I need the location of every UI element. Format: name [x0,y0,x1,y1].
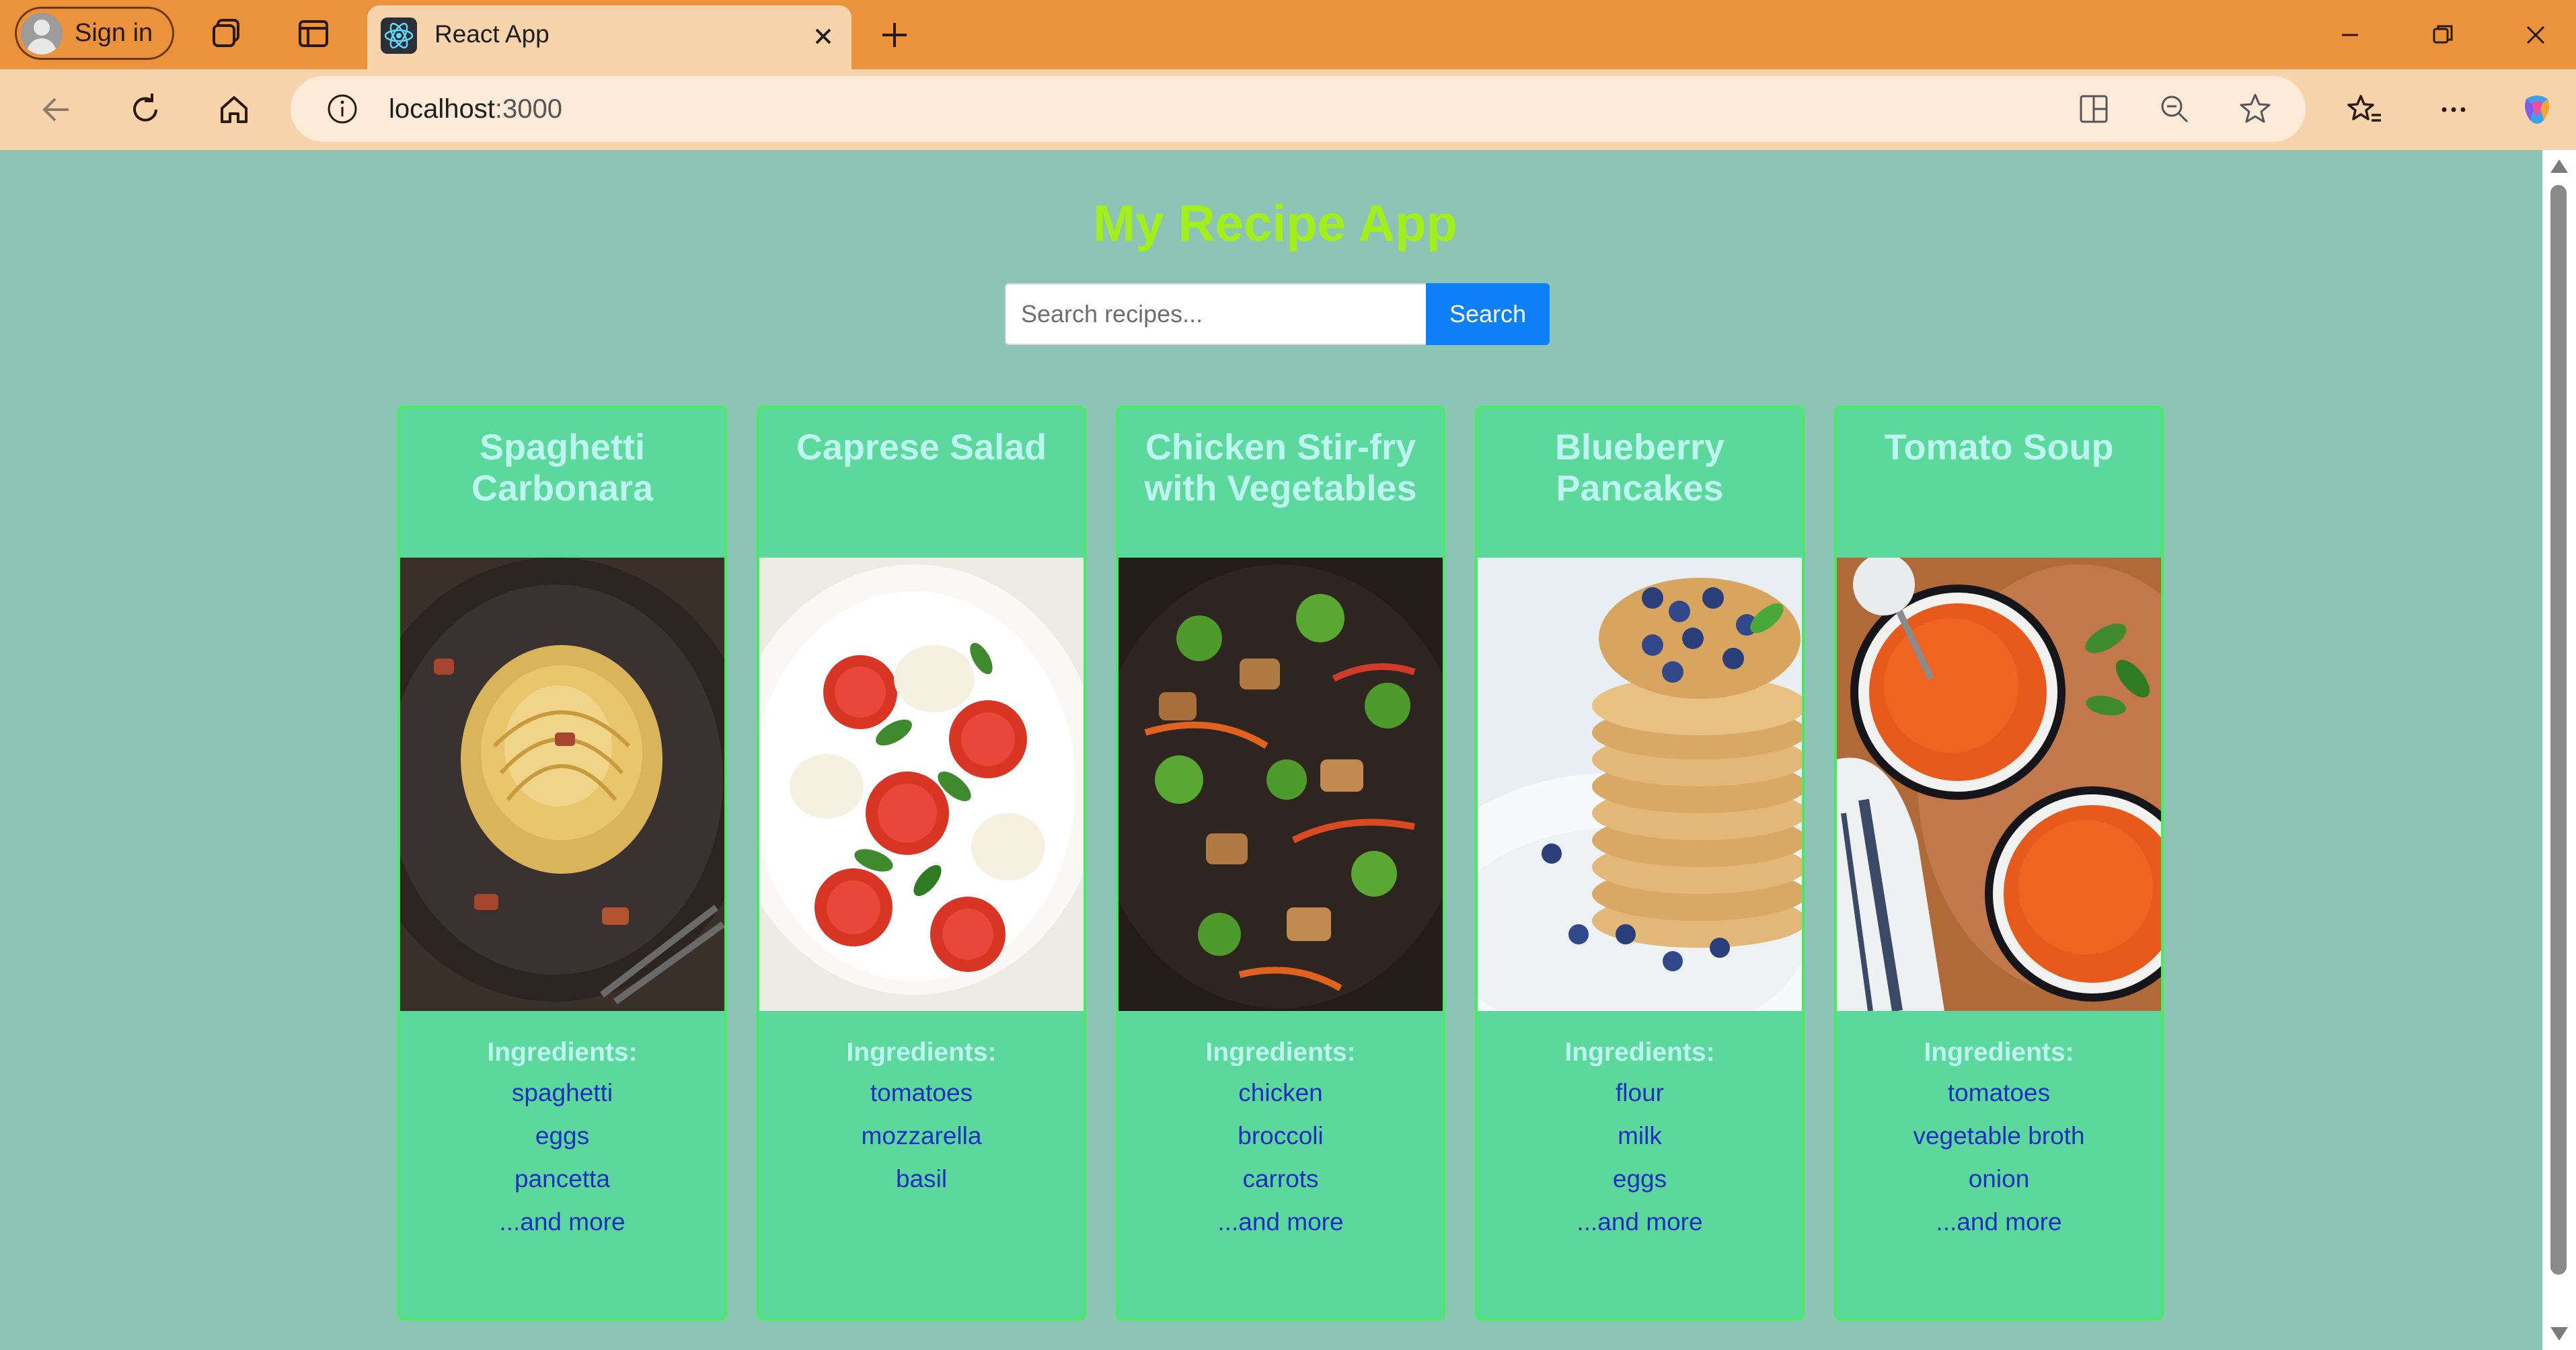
page-title: My Recipe App [1093,195,1457,252]
recipe-card[interactable]: Spaghetti Carbonara Ingredients: spaghet… [397,406,727,1320]
search-input[interactable] [1005,283,1426,345]
scroll-down-arrow-icon[interactable] [2550,1327,2568,1341]
ingredient-item: eggs [1612,1165,1667,1193]
ingredient-item: pancetta [515,1165,610,1193]
chicken-stir-fry-photo [1119,558,1443,1011]
recipe-title: Caprese Salad [796,427,1047,467]
ingredient-list: spaghetti eggs pancetta ...and more [400,1078,724,1250]
ingredient-item: onion [1968,1165,2030,1193]
close-window-icon[interactable] [2517,16,2554,54]
react-favicon-icon [381,17,417,54]
ingredient-item: spaghetti [511,1079,613,1107]
copilot-icon[interactable] [2517,89,2557,130]
zoom-out-icon[interactable] [2156,91,2193,127]
ingredient-item: carrots [1242,1165,1319,1193]
back-icon[interactable] [36,89,77,130]
refresh-icon[interactable] [125,89,165,130]
new-tab-icon[interactable] [876,16,913,54]
ingredients-heading: Ingredients: [846,1038,997,1067]
recipe-title: Spaghetti Carbonara [471,427,654,509]
url-text: localhost:3000 [389,94,562,124]
ingredient-item: milk [1618,1122,1662,1150]
more-options-icon[interactable] [2433,89,2474,130]
tomato-soup-photo [1837,558,2161,1011]
ingredient-item: tomatoes [870,1079,973,1107]
ingredients-heading: Ingredients: [487,1038,638,1067]
ingredient-item: broccoli [1238,1122,1324,1150]
ingredient-item: vegetable broth [1913,1122,2085,1150]
ingredients-heading: Ingredients: [1924,1038,2074,1067]
minimize-icon[interactable] [2331,16,2369,54]
ingredients-heading: Ingredients: [1564,1038,1715,1067]
close-tab-icon[interactable] [806,19,841,54]
recipe-title: Blueberry Pancakes [1554,427,1725,509]
tab-actions-icon[interactable] [295,15,332,52]
favorites-icon[interactable] [2345,89,2385,130]
ingredient-item: tomatoes [1947,1079,2051,1107]
recipe-title: Tomato Soup [1884,427,2114,467]
search-bar: Search [1005,283,1550,345]
browser-toolbar: localhost:3000 [0,69,2576,150]
tab-react-app[interactable]: React App [367,5,851,69]
ingredient-list: flour milk eggs ...and more [1478,1078,1802,1250]
ingredient-list: chicken broccoli carrots ...and more [1119,1078,1443,1250]
blueberry-pancakes-photo [1478,558,1802,1011]
recipe-list: Spaghetti Carbonara Ingredients: spaghet… [397,406,2164,1320]
favorite-star-icon[interactable] [2237,91,2273,127]
ingredient-item [759,1207,1084,1250]
recipe-card[interactable]: Blueberry Pancakes Ingredients: flour mi… [1475,406,1805,1320]
browser-tab-strip: Sign in React App [0,0,2576,69]
spaghetti-carbonara-photo [400,558,724,1011]
recipe-card[interactable]: Tomato Soup Ingredients: tomatoes vegeta… [1834,406,2164,1320]
ingredient-item: chicken [1238,1079,1323,1107]
ingredient-item: mozzarella [861,1122,982,1150]
ingredient-item: ...and more [1217,1208,1344,1236]
recipe-title: Chicken Stir-fry with Vegetables [1144,427,1417,509]
split-screen-icon[interactable] [2076,91,2112,127]
tab-title: React App [434,20,550,48]
ingredient-item: ...and more [1936,1208,2062,1236]
recipe-card[interactable]: Chicken Stir-fry with Vegetables Ingredi… [1116,406,1445,1320]
ingredient-item: flour [1616,1079,1664,1107]
url-port: :3000 [494,94,562,124]
ingredient-item: basil [895,1165,948,1193]
profile-avatar-icon [21,12,63,54]
recipe-card[interactable]: Caprese Salad Ingredients: tomatoes mozz… [757,406,1086,1320]
restore-icon[interactable] [2424,16,2462,54]
address-bar[interactable]: localhost:3000 [291,76,2306,142]
ingredient-item: ...and more [499,1208,626,1236]
ingredient-item: ...and more [1577,1208,1703,1236]
ingredient-list: tomatoes mozzarella basil [759,1078,1084,1250]
caprese-salad-photo [759,558,1084,1011]
ingredients-heading: Ingredients: [1205,1038,1356,1067]
scrollbar-thumb[interactable] [2550,185,2567,1275]
workspaces-icon[interactable] [209,15,246,52]
ingredient-list: tomatoes vegetable broth onion ...and mo… [1837,1078,2161,1250]
sign-in-label: Sign in [75,19,153,47]
sign-in-button[interactable]: Sign in [15,7,174,60]
page-scrollbar[interactable] [2542,150,2576,1350]
url-host: localhost [389,94,495,124]
home-icon[interactable] [214,89,254,130]
app-page: My Recipe App Search Spaghetti Carbonara [8,150,2542,1350]
site-info-icon[interactable] [324,91,361,127]
search-button[interactable]: Search [1426,283,1550,345]
scroll-up-arrow-icon[interactable] [2550,159,2568,173]
ingredient-item: eggs [535,1122,590,1150]
